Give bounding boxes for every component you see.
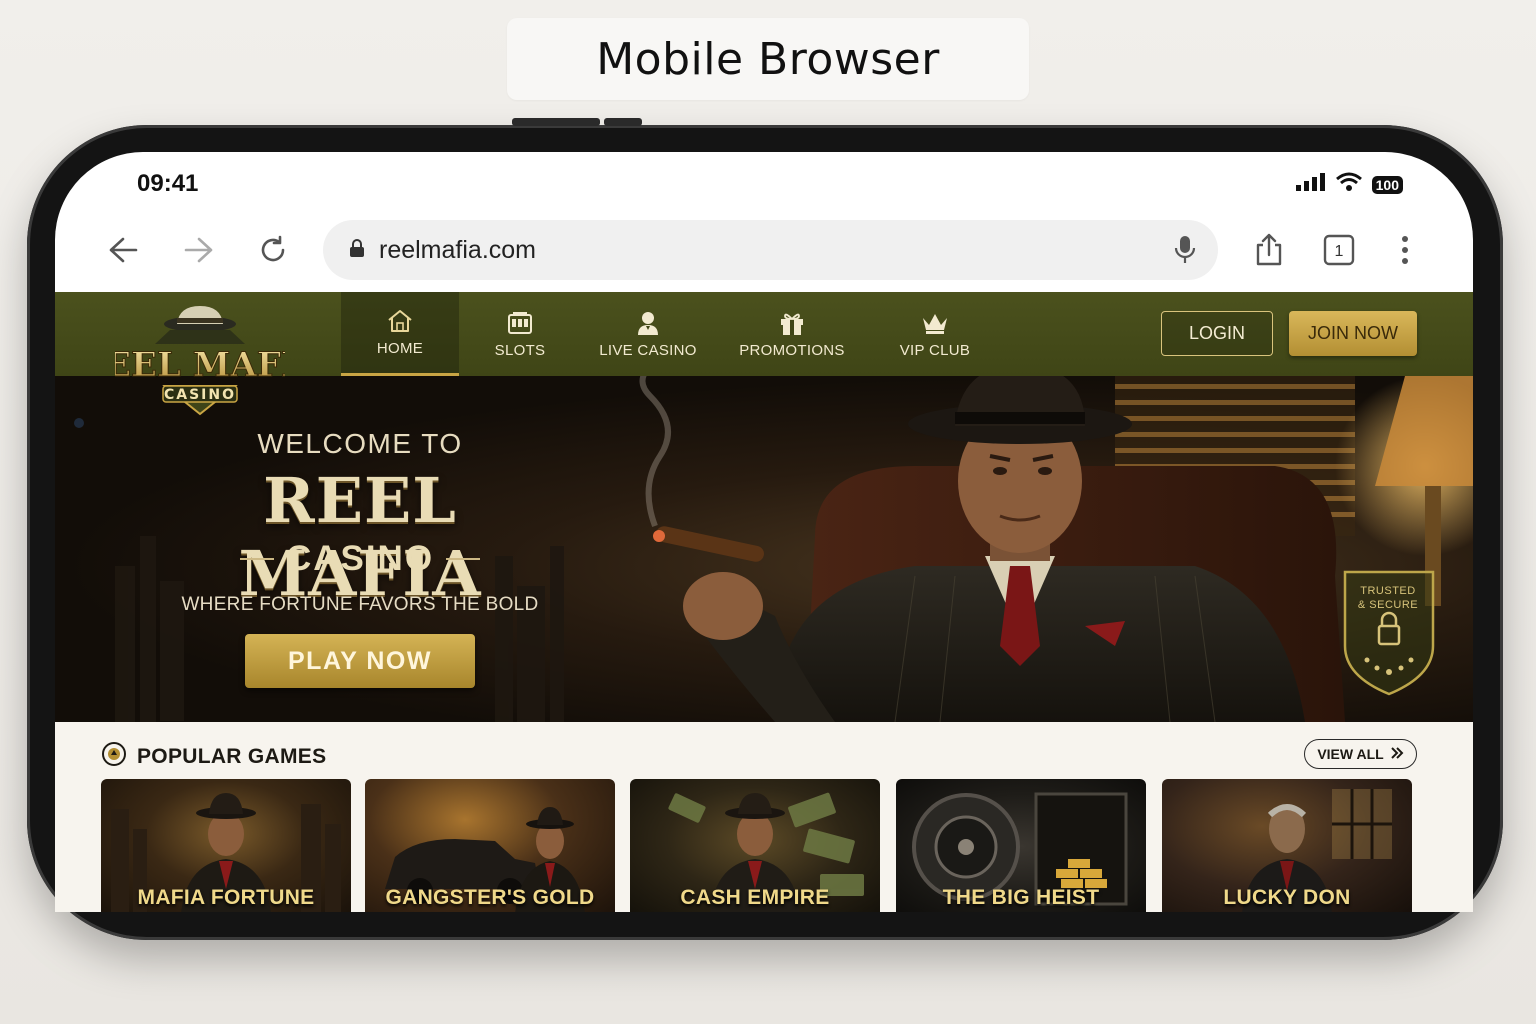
forward-button[interactable]	[179, 230, 219, 270]
poker-chip-icon	[101, 741, 127, 773]
share-button[interactable]	[1249, 230, 1289, 270]
url-text: reelmafia.com	[379, 235, 536, 264]
game-title: GANGSTER'S GOLD	[385, 886, 595, 909]
hero-brand-title: REEL MAFIA	[238, 464, 482, 610]
more-menu-button[interactable]	[1385, 230, 1425, 270]
game-card-lucky-don[interactable]: LUCKY DON	[1162, 779, 1412, 912]
nav-promotions[interactable]: PROMOTIONS	[725, 292, 859, 376]
signal-icon	[1295, 173, 1326, 196]
hero-casino-text: CASINO	[285, 539, 435, 578]
double-chevron-right-icon	[1390, 746, 1404, 762]
back-button[interactable]	[103, 230, 143, 270]
crown-icon	[921, 310, 949, 336]
nav-label: PROMOTIONS	[739, 341, 845, 359]
status-time: 09:41	[137, 170, 199, 197]
game-title: LUCKY DON	[1223, 886, 1351, 909]
gift-icon	[779, 310, 805, 336]
nav-slots[interactable]: SLOTS	[461, 292, 579, 376]
popular-games-heading: POPULAR GAMES	[101, 741, 326, 773]
nav-label: VIP CLUB	[899, 341, 971, 359]
join-now-button[interactable]: JOIN NOW	[1289, 311, 1417, 356]
front-camera	[74, 418, 84, 428]
battery-icon: 100	[1371, 175, 1403, 194]
view-all-label: VIEW ALL	[1317, 746, 1384, 762]
game-card-gangsters-gold[interactable]: GANGSTER'S GOLD	[365, 779, 615, 912]
site-logo[interactable]: REEL MAFIA CASINO	[76, 302, 324, 422]
lock-icon	[349, 238, 365, 263]
nav-label: LIVE CASINO	[599, 341, 697, 359]
nav-label: HOME	[376, 340, 424, 357]
website: HOME SLOTS LIVE CASINO PROMOTIONS VIP CL…	[55, 292, 1473, 912]
game-title: CASH EMPIRE	[680, 886, 830, 909]
logo-text-main: REEL MAFIA	[115, 345, 285, 385]
address-bar[interactable]: reelmafia.com	[323, 220, 1218, 280]
game-card-the-big-heist[interactable]: THE BIG HEIST	[896, 779, 1146, 912]
divider	[446, 558, 480, 560]
game-title: THE BIG HEIST	[942, 886, 1100, 909]
home-icon	[387, 308, 413, 334]
phone-side-button	[604, 118, 642, 126]
caption-label: Mobile Browser	[507, 18, 1029, 100]
game-card-cash-empire[interactable]: CASH EMPIRE	[630, 779, 880, 912]
hero-tagline: WHERE FORTUNE FAVORS THE BOLD	[181, 594, 539, 615]
nav-vip-club[interactable]: VIP CLUB	[881, 292, 989, 376]
tabs-button[interactable]: 1	[1319, 230, 1359, 270]
dealer-icon	[636, 310, 660, 336]
nav-live-casino[interactable]: LIVE CASINO	[583, 292, 713, 376]
phone-side-button	[512, 118, 600, 126]
game-card-mafia-fortune[interactable]: MAFIA FORTUNE	[101, 779, 351, 912]
slot-machine-icon	[507, 310, 533, 336]
nav-home[interactable]: HOME	[341, 292, 459, 376]
hero-welcome: WELCOME TO	[257, 428, 463, 459]
nav-label: SLOTS	[494, 341, 546, 359]
phone-screen: 09:41 100 reelmafia.com 1 HOME SLOTS LIV…	[55, 152, 1473, 912]
game-title: MAFIA FORTUNE	[137, 886, 315, 909]
status-bar: 09:41 100	[55, 152, 1473, 214]
view-all-button[interactable]: VIEW ALL	[1304, 739, 1417, 769]
logo-text-sub: CASINO	[164, 387, 236, 403]
popular-games-title: POPULAR GAMES	[137, 745, 327, 768]
hero-casino-subtitle: CASINO	[240, 539, 480, 579]
microphone-icon[interactable]	[1174, 234, 1196, 271]
login-button[interactable]: LOGIN	[1161, 311, 1273, 356]
tab-count: 1	[1335, 243, 1344, 260]
divider	[240, 558, 274, 560]
trusted-secure-badge: TRUSTED & SECURE	[1343, 572, 1433, 692]
popular-games-section: POPULAR GAMES VIEW ALL MAFIA FORTUNE GAN…	[55, 722, 1473, 912]
reload-button[interactable]	[253, 230, 293, 270]
wifi-icon	[1335, 172, 1362, 197]
hero-banner: WELCOME TO REEL MAFIA CASINO WHERE FORTU…	[55, 376, 1473, 722]
badge-line-1: TRUSTED	[1360, 585, 1416, 597]
play-now-button[interactable]: PLAY NOW	[245, 634, 475, 688]
badge-line-2: & SECURE	[1357, 599, 1419, 611]
